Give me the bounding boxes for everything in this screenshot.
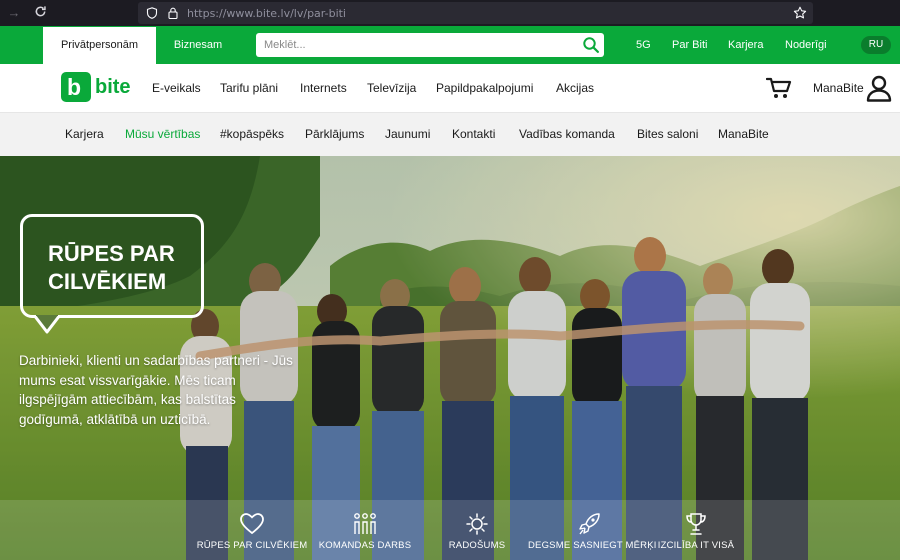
subnav-musu-vertibas[interactable]: Mūsu vērtības — [125, 113, 200, 156]
nav-e-veikals[interactable]: E-veikals — [152, 64, 201, 112]
subnav-bites-saloni[interactable]: Bites saloni — [637, 113, 698, 156]
hero-title-line1: RŪPES PAR — [48, 241, 175, 266]
url-text[interactable]: https://www.bite.lv/lv/par-biti — [187, 7, 346, 20]
top-bar: Privātpersonām Biznesam 5G Par Biti Karj… — [0, 26, 900, 64]
speech-bubble-tail — [34, 315, 60, 334]
hero-description: Darbinieki, klienti un sadarbības partne… — [19, 353, 293, 427]
value-caring[interactable]: RŪPES PAR CILVĒKIEM — [196, 500, 308, 560]
bite-logo[interactable]: b bite — [61, 72, 131, 103]
lock-icon[interactable] — [168, 7, 178, 19]
language-switch[interactable]: RU — [861, 36, 891, 54]
rocket-icon — [579, 513, 600, 535]
address-bar[interactable]: https://www.bite.lv/lv/par-biti — [138, 2, 813, 24]
nav-tarifu-plani[interactable]: Tarifu plāni — [220, 64, 278, 112]
cart-icon[interactable] — [766, 76, 792, 100]
values-strip: RŪPES PAR CILVĒKIEM KOMANDAS DARBS RADOŠ… — [0, 500, 900, 560]
value-label: RADOŠUMS — [448, 540, 506, 551]
tab-business[interactable]: Biznesam — [160, 27, 236, 64]
subnav-jaunumi[interactable]: Jaunumi — [385, 113, 430, 156]
value-label: IZCILĪBA IT VISĀ — [657, 540, 735, 551]
value-label: RŪPES PAR CILVĒKIEM — [196, 540, 308, 551]
reload-icon[interactable] — [32, 5, 48, 21]
value-creativity[interactable]: RADOŠUMS — [440, 500, 514, 560]
search-box — [256, 33, 604, 57]
trophy-icon — [686, 513, 706, 535]
hero-title: RŪPES PAR CILVĒKIEM — [48, 240, 198, 296]
toplink-karjera[interactable]: Karjera — [728, 26, 763, 64]
user-icon[interactable] — [866, 75, 892, 102]
value-teamwork[interactable]: KOMANDAS DARBS — [312, 500, 418, 560]
hero-title-line2: CILVĒKIEM — [48, 269, 167, 294]
heart-icon — [240, 513, 264, 535]
shield-icon[interactable] — [146, 7, 158, 19]
toplink-5g[interactable]: 5G — [636, 26, 651, 64]
subnav-vadibas-komanda[interactable]: Vadības komanda — [519, 113, 615, 156]
back-arrow-icon[interactable]: → — [6, 5, 22, 21]
main-nav: b bite E-veikals Tarifu plāni Internets … — [0, 64, 900, 112]
toplink-par-biti[interactable]: Par Biti — [672, 26, 707, 64]
subnav-parklajums[interactable]: Pārklājums — [305, 113, 364, 156]
logo-text: bite — [95, 76, 131, 98]
browser-toolbar: → https://www.bite.lv/lv/par-biti — [0, 0, 900, 26]
url-path: /lv/par-biti — [290, 6, 346, 20]
account-label[interactable]: ManaBite — [813, 64, 864, 112]
creativity-icon — [466, 513, 488, 535]
value-label: KOMANDAS DARBS — [318, 540, 412, 551]
logo-letter: b — [67, 74, 82, 100]
hero-banner: RŪPES PAR CILVĒKIEM Darbinieki, klienti … — [0, 156, 900, 560]
url-host: https://www.bite.lv — [187, 6, 291, 20]
search-input[interactable] — [264, 36, 574, 54]
toplink-noderigi[interactable]: Noderīgi — [785, 26, 827, 64]
nav-televizija[interactable]: Televīzija — [367, 64, 416, 112]
bookmark-star-icon[interactable] — [793, 6, 807, 20]
sub-nav: Karjera Mūsu vērtības #kopāspēks Pārklāj… — [0, 112, 900, 156]
subnav-manabite[interactable]: ManaBite — [718, 113, 769, 156]
team-icon — [354, 513, 376, 534]
subnav-karjera[interactable]: Karjera — [65, 113, 104, 156]
value-drive[interactable]: DEGSME SASNIEGT MĒRĶI — [528, 500, 657, 560]
search-icon[interactable] — [582, 36, 600, 54]
nav-internets[interactable]: Internets — [300, 64, 347, 112]
subnav-kontakti[interactable]: Kontakti — [452, 113, 495, 156]
nav-papildpakalpojumi[interactable]: Papildpakalpojumi — [436, 64, 533, 112]
subnav-kopaspeks[interactable]: #kopāspēks — [220, 113, 284, 156]
value-excellence[interactable]: IZCILĪBA IT VISĀ — [648, 500, 744, 560]
value-label: DEGSME SASNIEGT MĒRĶI — [528, 540, 657, 551]
tab-private[interactable]: Privātpersonām — [43, 27, 156, 64]
nav-akcijas[interactable]: Akcijas — [556, 64, 594, 112]
